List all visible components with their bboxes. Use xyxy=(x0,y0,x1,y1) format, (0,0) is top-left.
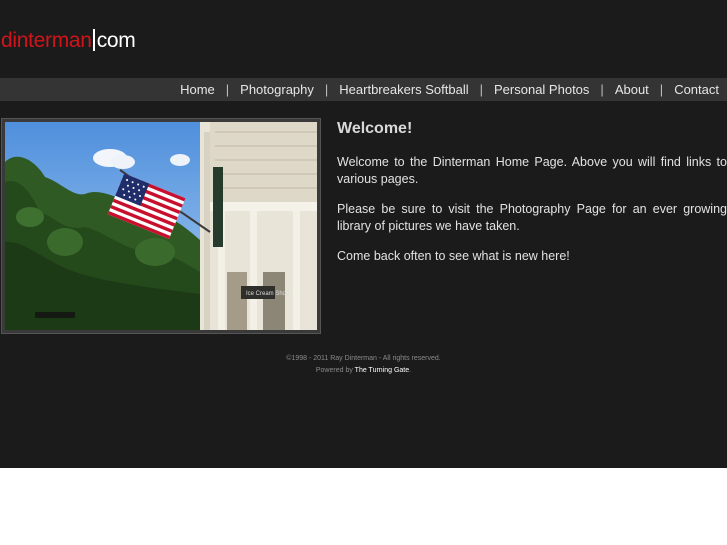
logo-separator xyxy=(92,29,95,51)
welcome-paragraph: Welcome to the Dinterman Home Page. Abov… xyxy=(337,155,727,186)
nav-home[interactable]: Home xyxy=(180,82,215,97)
site-logo[interactable]: dinterman com xyxy=(1,29,136,53)
logo-text-name: dinterman xyxy=(1,29,92,52)
nav-divider: | xyxy=(659,82,664,97)
page-title: Welcome! xyxy=(337,120,413,137)
copyright-text: ©1998 - 2011 Ray Dinterman - All rights … xyxy=(286,355,441,362)
nav-divider: | xyxy=(324,82,329,97)
nav-contact[interactable]: Contact xyxy=(674,82,719,97)
come-back-paragraph: Come back often to see what is new here! xyxy=(337,249,570,263)
nav-bar: Home | Photography | Heartbreakers Softb… xyxy=(0,78,727,101)
nav-about[interactable]: About xyxy=(615,82,649,97)
nav-divider: | xyxy=(225,82,230,97)
nav-heartbreakers-softball[interactable]: Heartbreakers Softball xyxy=(339,82,468,97)
nav-personal-photos[interactable]: Personal Photos xyxy=(494,82,589,97)
turning-gate-link[interactable]: The Turning Gate xyxy=(355,367,409,374)
nav-divider: | xyxy=(479,82,484,97)
powered-by-suffix: . xyxy=(409,367,412,374)
powered-by-prefix: Powered by xyxy=(315,367,355,374)
page: dinterman com Home | Photography | Heartb… xyxy=(0,0,727,468)
main-nav: Home | Photography | Heartbreakers Softb… xyxy=(180,78,719,101)
footer: ©1998 - 2011 Ray Dinterman - All rights … xyxy=(0,353,727,377)
photography-paragraph: Please be sure to visit the Photography … xyxy=(337,202,727,233)
flag-building-photo: Ice Cream Shop xyxy=(5,122,317,330)
logo-text-com: com xyxy=(96,29,136,52)
nav-photography[interactable]: Photography xyxy=(240,82,314,97)
shop-sign: Ice Cream Shop xyxy=(246,291,290,297)
powered-by: Powered by The Turning Gate. xyxy=(0,365,727,377)
nav-divider: | xyxy=(600,82,604,97)
featured-photo: Ice Cream Shop xyxy=(1,118,321,334)
main-content: Welcome! Welcome to the Dinterman Home P… xyxy=(337,118,727,265)
